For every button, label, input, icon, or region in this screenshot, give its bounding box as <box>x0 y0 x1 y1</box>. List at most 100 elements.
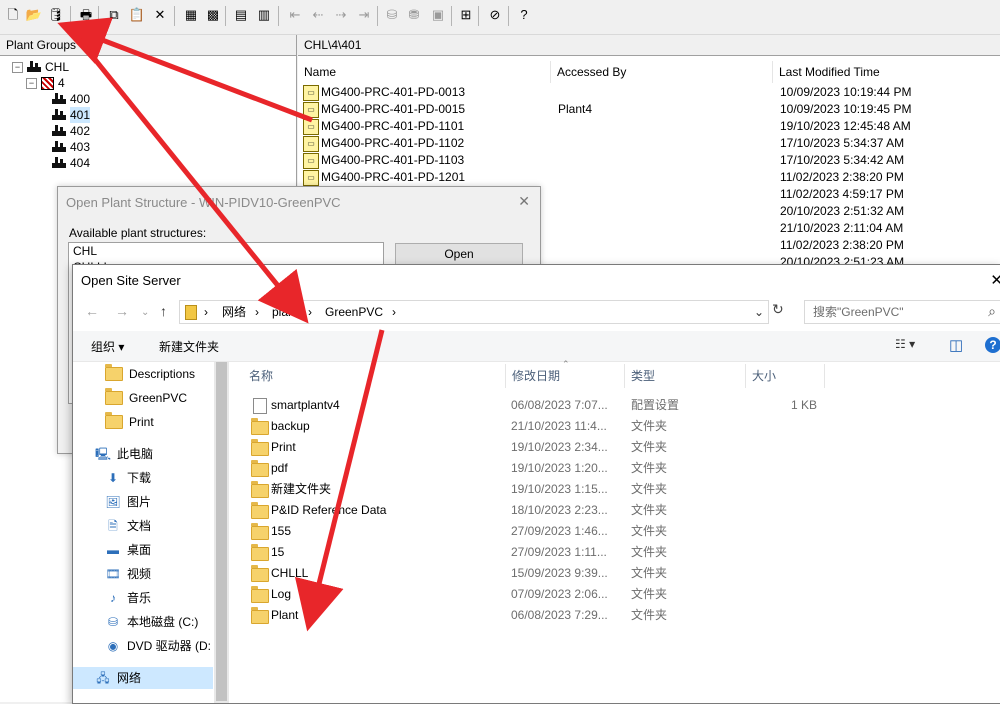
copy-icon[interactable]: ⧉ <box>106 7 122 23</box>
network-icon[interactable]: ⊞ <box>458 7 474 23</box>
address-bar[interactable]: › 网络 › plant › GreenPVC › ⌄ <box>179 300 769 324</box>
tree-node[interactable]: − CHL <box>12 59 69 75</box>
forward-icon[interactable]: → <box>115 303 129 319</box>
new-icon[interactable]: 🗋 <box>5 7 21 23</box>
table-row[interactable]: ▭ MG400-PRC-401-PD-1103 17/10/2023 5:34:42… <box>303 152 993 169</box>
list-item[interactable]: 15 27/09/2023 1:11... 文件夹 <box>251 542 991 563</box>
nav-item[interactable]: 🗎 文档 <box>105 515 151 537</box>
table-row[interactable]: ▭ MG400-PRC-401-PD-0015 Plant4 10/09/2023 1… <box>303 101 993 118</box>
crumb-network[interactable]: 网络 <box>222 301 246 323</box>
nav-item-label: Print <box>129 415 154 429</box>
help-icon[interactable]: ? <box>516 7 532 23</box>
db2-icon[interactable]: ⛃ <box>406 7 422 23</box>
list-item[interactable]: CHL <box>69 243 383 259</box>
nav-item[interactable]: 🖧 网络 <box>73 667 213 689</box>
list-item[interactable]: P&ID Reference Data 18/10/2023 2:23... 文件夹 <box>251 500 991 521</box>
unit-props-icon[interactable]: ▥ <box>256 7 272 23</box>
nav-item[interactable]: GreenPVC <box>105 387 187 409</box>
list-item[interactable]: smartplantv4 06/08/2023 7:07... 配置设置 1 KB <box>251 395 991 416</box>
close-icon[interactable]: ✕ <box>990 271 1000 289</box>
nav-item[interactable]: ⛁ 本地磁盘 (C:) <box>105 611 198 633</box>
recent-dropdown-icon[interactable]: ⌄ <box>141 307 149 318</box>
organize-button[interactable]: 组织 ▾ <box>91 338 124 355</box>
stop-icon[interactable]: ⊘ <box>487 7 503 23</box>
nav-scrollbar[interactable] <box>214 362 229 703</box>
file-name: Plant <box>271 608 299 622</box>
new-folder-button[interactable]: 新建文件夹 <box>159 338 219 355</box>
command-bar: 组织 ▾ 新建文件夹 ☷ ▾ ◫ ? <box>73 331 1000 362</box>
table-row[interactable]: ▭ MG400-PRC-401-PD-1201 11/02/2023 2:38:20… <box>303 169 993 186</box>
table-row[interactable]: ▭ MG400-PRC-401-PD-0013 10/09/2023 10:19:4… <box>303 84 993 101</box>
column-type[interactable]: 类型 <box>625 364 746 388</box>
grid-icon[interactable]: ▣ <box>430 7 446 23</box>
list-item[interactable]: Log 07/09/2023 2:06... 文件夹 <box>251 584 991 605</box>
network-icon: 🖧 <box>96 671 110 685</box>
list-item[interactable]: Plant 06/08/2023 7:29... 文件夹 <box>251 605 991 626</box>
scrollbar-thumb[interactable] <box>216 362 227 701</box>
help-icon[interactable]: ? <box>985 337 1000 353</box>
tree-node[interactable]: 402 <box>52 123 90 139</box>
paste-icon[interactable]: 📋 <box>129 7 145 23</box>
tree-node[interactable]: 401 <box>52 107 91 123</box>
nav-item[interactable]: Print <box>105 411 154 433</box>
list-item[interactable]: 155 27/09/2023 1:46... 文件夹 <box>251 521 991 542</box>
move-last-icon[interactable]: ⇥ <box>356 7 372 23</box>
move-first-icon[interactable]: ⇤ <box>287 7 303 23</box>
preview-pane-icon[interactable]: ◫ <box>949 336 963 354</box>
crumb-plant[interactable]: plant <box>272 301 298 323</box>
column-name[interactable]: 名称 <box>243 364 506 388</box>
list-item[interactable]: backup 21/10/2023 11:4... 文件夹 <box>251 416 991 437</box>
up-icon[interactable]: ↑ <box>160 303 167 319</box>
tree-node[interactable]: −4 <box>26 75 65 91</box>
search-input[interactable]: 搜索"GreenPVC" ⌕ <box>804 300 1000 324</box>
nav-item[interactable]: 🎞 视频 <box>105 563 151 585</box>
table-row[interactable]: ▭ MG400-PRC-401-PD-1101 19/10/2023 12:45:4… <box>303 118 993 135</box>
close-icon[interactable]: ✕ <box>518 193 530 210</box>
unit-icon[interactable]: ▤ <box>233 7 249 23</box>
nav-item[interactable]: ⬇ 下载 <box>105 467 151 489</box>
open-plant-icon[interactable]: 🛢 <box>48 7 65 23</box>
nav-item[interactable]: Descriptions <box>105 363 195 385</box>
open-icon[interactable]: 📂 <box>26 7 42 23</box>
toolbar-separator <box>451 6 452 26</box>
list-item[interactable]: pdf 19/10/2023 1:20... 文件夹 <box>251 458 991 479</box>
drawing-icon: ▭ <box>303 119 319 135</box>
tree-node[interactable]: 403 <box>52 139 90 155</box>
drawing-icon: ▭ <box>303 136 319 152</box>
plant-group-icon[interactable]: ▦ <box>183 7 199 23</box>
print-icon[interactable]: 🖶 <box>78 7 94 23</box>
collapse-icon[interactable]: − <box>26 77 37 89</box>
delete-icon[interactable]: ✕ <box>152 7 168 23</box>
column-accessed-by[interactable]: Accessed By <box>551 61 773 83</box>
db-icon[interactable]: ⛁ <box>384 7 400 23</box>
column-last-modified[interactable]: Last Modified Time <box>773 61 999 83</box>
move-next-icon[interactable]: ⇢ <box>333 7 349 23</box>
table-row[interactable]: ▭ MG400-PRC-401-PD-1102 17/10/2023 5:34:37… <box>303 135 993 152</box>
refresh-icon[interactable]: ↻ <box>772 301 784 318</box>
open-button[interactable]: Open <box>395 243 523 265</box>
nav-item[interactable]: ♪ 音乐 <box>105 587 151 609</box>
folder-icon <box>251 523 269 540</box>
nav-item[interactable]: ◉ DVD 驱动器 (D: <box>105 635 211 657</box>
nav-item[interactable]: 🖼 图片 <box>105 491 151 513</box>
list-item[interactable]: CHLLL 15/09/2023 9:39... 文件夹 <box>251 563 991 584</box>
collapse-icon[interactable]: − <box>12 61 23 73</box>
address-dropdown-icon[interactable]: ⌄ <box>754 301 764 323</box>
crumb-greenpvc[interactable]: GreenPVC <box>325 301 383 323</box>
tree-node[interactable]: 404 <box>52 155 90 171</box>
back-icon[interactable]: ← <box>85 303 99 319</box>
view-options-icon[interactable]: ☷ ▾ <box>895 337 915 351</box>
search-icon[interactable]: ⌕ <box>988 303 996 320</box>
column-name[interactable]: Name <box>298 61 551 83</box>
nav-item[interactable]: ▬ 桌面 <box>105 539 151 561</box>
column-size[interactable]: 大小 <box>746 364 825 388</box>
nav-item[interactable]: 🖳 此电脑 <box>95 443 153 465</box>
tree-node[interactable]: 400 <box>52 91 90 107</box>
list-item[interactable]: Print 19/10/2023 2:34... 文件夹 <box>251 437 991 458</box>
plant-delete-icon[interactable]: ▩ <box>205 7 221 23</box>
move-prev-icon[interactable]: ⇠ <box>310 7 326 23</box>
list-item[interactable]: 新建文件夹 19/10/2023 1:15... 文件夹 <box>251 479 991 500</box>
folder-icon <box>251 607 269 624</box>
file-type: 文件夹 <box>631 587 668 601</box>
drawing-icon: ▭ <box>303 85 319 101</box>
